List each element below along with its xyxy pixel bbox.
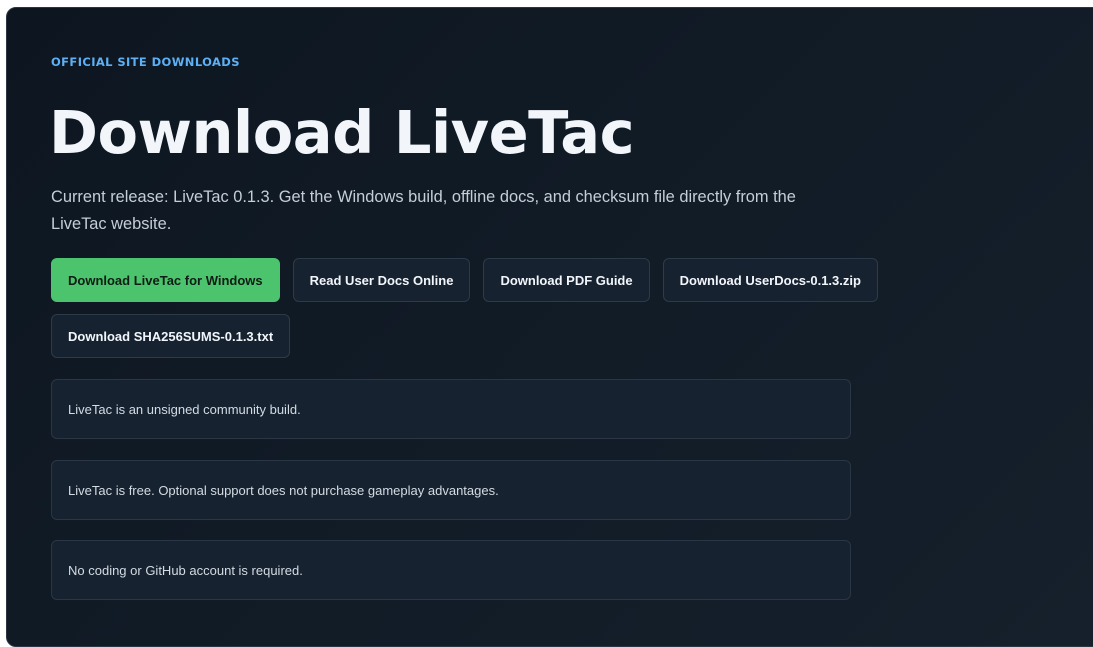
download-userdocs-zip-button[interactable]: Download UserDocs-0.1.3.zip <box>662 258 878 302</box>
note-unsigned-build: LiveTac is an unsigned community build. <box>51 379 851 439</box>
section-eyebrow: OFFICIAL SITE DOWNLOADS <box>51 55 240 69</box>
download-panel: OFFICIAL SITE DOWNLOADS Download LiveTac… <box>6 7 1093 647</box>
download-buttons: Download LiveTac for Windows Read User D… <box>51 258 971 358</box>
note-free: LiveTac is free. Optional support does n… <box>51 460 851 520</box>
read-docs-online-button[interactable]: Read User Docs Online <box>292 258 471 302</box>
note-text: LiveTac is an unsigned community build. <box>68 401 301 417</box>
release-description: Current release: LiveTac 0.1.3. Get the … <box>51 188 796 233</box>
note-text: No coding or GitHub account is required. <box>68 562 303 578</box>
page-title: Download LiveTac <box>49 98 635 167</box>
download-pdf-guide-button[interactable]: Download PDF Guide <box>483 258 650 302</box>
download-windows-button[interactable]: Download LiveTac for Windows <box>51 258 280 302</box>
download-sha256sums-button[interactable]: Download SHA256SUMS-0.1.3.txt <box>51 314 291 358</box>
note-text: LiveTac is free. Optional support does n… <box>68 482 499 498</box>
note-no-account: No coding or GitHub account is required. <box>51 540 851 600</box>
